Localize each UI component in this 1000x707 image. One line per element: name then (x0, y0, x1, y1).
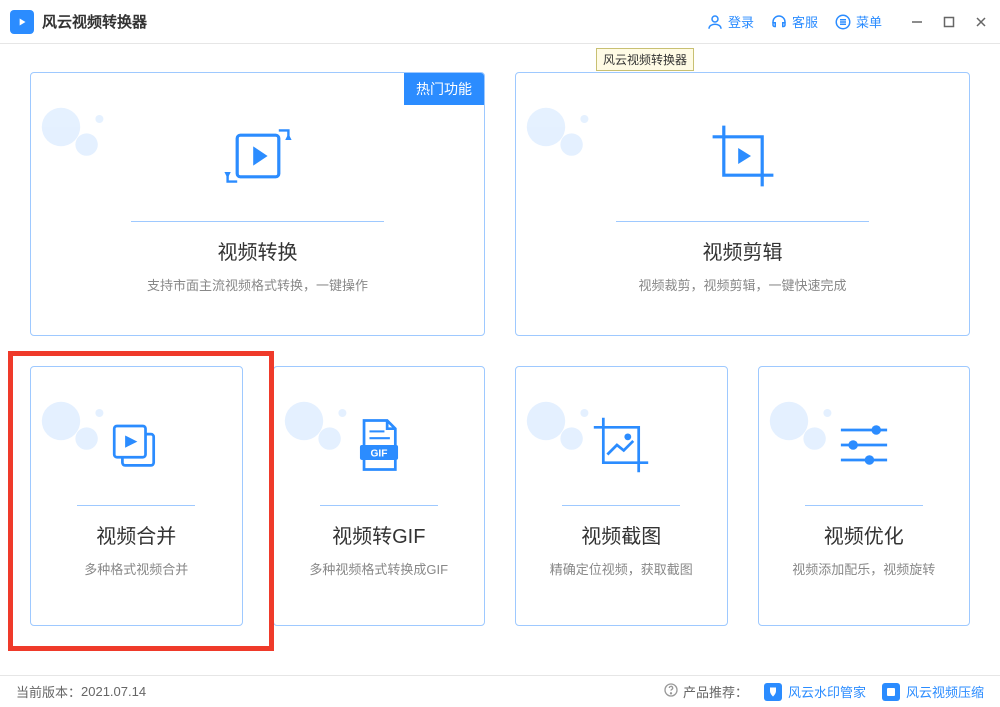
card-title: 视频优化 (824, 520, 904, 549)
card-video-optimize[interactable]: 视频优化 视频添加配乐，视频旋转 (758, 366, 971, 626)
user-icon (706, 13, 724, 31)
divider (616, 221, 870, 222)
headset-icon (770, 13, 788, 31)
maximize-button[interactable] (940, 13, 958, 31)
card-desc: 视频添加配乐，视频旋转 (784, 559, 943, 578)
card-title: 视频转换 (218, 236, 298, 265)
main-content: 热门功能 视频转换 支持市面主流视频格式转换，一键操作 (0, 44, 1000, 664)
card-title: 视频合并 (96, 520, 176, 549)
decoration-icon (37, 95, 117, 175)
card-video-convert[interactable]: 热门功能 视频转换 支持市面主流视频格式转换，一键操作 (30, 72, 485, 336)
card-video-merge[interactable]: 视频合并 多种格式视频合并 (30, 366, 243, 626)
compress-app-icon (882, 683, 900, 701)
merge-icon (102, 395, 170, 495)
card-desc: 视频裁剪，视频剪辑，一键快速完成 (630, 275, 854, 294)
footer: 当前版本： 2021.07.14 产品推荐： 风云水印管家 风云视频压缩 (0, 675, 1000, 707)
card-video-gif[interactable]: GIF 视频转GIF 多种视频格式转换成GIF (273, 366, 486, 626)
convert-icon (218, 101, 298, 211)
menu-icon (834, 13, 852, 31)
divider (562, 505, 680, 506)
card-title: 视频转GIF (332, 520, 425, 549)
hot-badge: 热门功能 (404, 73, 484, 105)
divider (320, 505, 438, 506)
window-controls (908, 13, 990, 31)
screenshot-icon (587, 395, 655, 495)
recommend-link-1[interactable]: 风云水印管家 (764, 682, 866, 701)
menu-button[interactable]: 菜单 (834, 12, 882, 31)
support-button[interactable]: 客服 (770, 12, 818, 31)
version-value: 2021.07.14 (81, 684, 146, 699)
divider (77, 505, 195, 506)
help-icon[interactable] (663, 682, 679, 701)
close-button[interactable] (972, 13, 990, 31)
minimize-button[interactable] (908, 13, 926, 31)
card-desc: 精确定位视频，获取截图 (542, 559, 701, 578)
login-button[interactable]: 登录 (706, 12, 754, 31)
decoration-icon (522, 95, 602, 175)
recommend-label: 产品推荐： (683, 682, 748, 701)
card-title: 视频截图 (581, 520, 661, 549)
gif-file-icon: GIF (345, 395, 413, 495)
divider (131, 221, 385, 222)
card-desc: 多种格式视频合并 (76, 559, 196, 578)
card-desc: 支持市面主流视频格式转换，一键操作 (139, 275, 376, 294)
version-label: 当前版本： (16, 682, 81, 701)
card-desc: 多种视频格式转换成GIF (301, 559, 456, 578)
rec2-label: 风云视频压缩 (906, 682, 984, 701)
svg-text:GIF: GIF (370, 449, 387, 460)
card-video-screenshot[interactable]: 视频截图 精确定位视频，获取截图 (515, 366, 728, 626)
card-title: 视频剪辑 (703, 236, 783, 265)
crop-icon (703, 101, 783, 211)
login-label: 登录 (728, 12, 754, 31)
support-label: 客服 (792, 12, 818, 31)
divider (805, 505, 923, 506)
app-title: 风云视频转换器 (42, 11, 147, 32)
tooltip: 风云视频转换器 (596, 48, 694, 71)
recommend-link-2[interactable]: 风云视频压缩 (882, 682, 984, 701)
sliders-icon (830, 395, 898, 495)
app-logo-icon (10, 10, 34, 34)
titlebar: 风云视频转换器 登录 客服 菜单 (0, 0, 1000, 44)
titlebar-actions: 登录 客服 菜单 (706, 12, 990, 31)
rec1-label: 风云水印管家 (788, 682, 866, 701)
menu-label: 菜单 (856, 12, 882, 31)
watermark-app-icon (764, 683, 782, 701)
card-video-edit[interactable]: 视频剪辑 视频裁剪，视频剪辑，一键快速完成 (515, 72, 970, 336)
